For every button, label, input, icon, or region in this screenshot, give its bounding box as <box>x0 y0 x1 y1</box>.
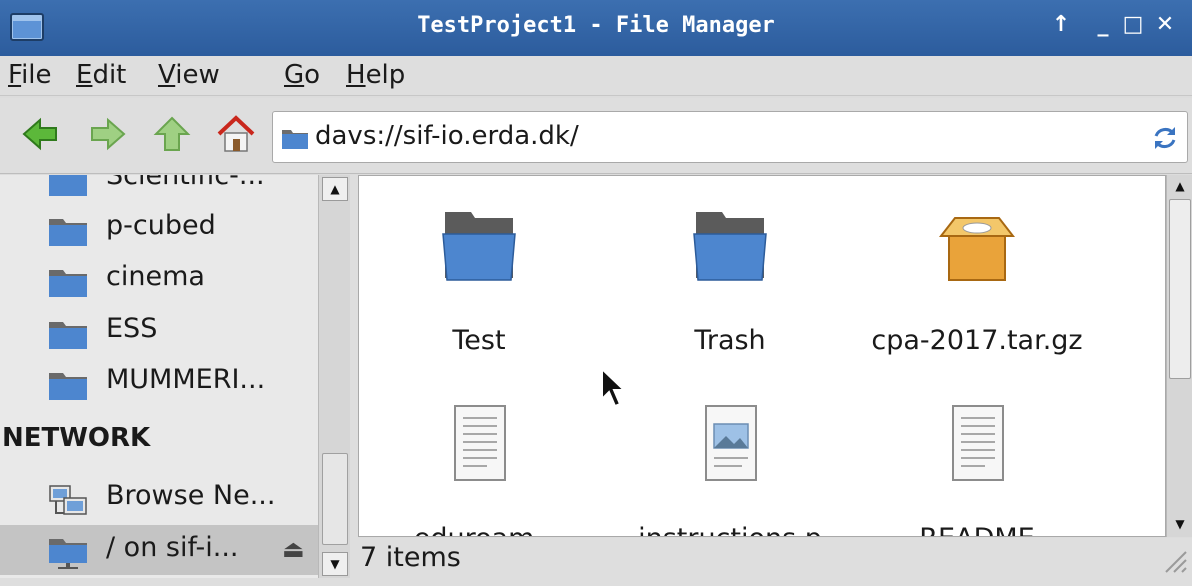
close-button[interactable]: ✕ <box>1152 12 1178 37</box>
menu-edit[interactable]: Edit <box>76 60 126 90</box>
file-name: instructions.p <box>610 522 850 536</box>
file-view-scrollbar[interactable]: ▲ ▼ <box>1166 175 1192 537</box>
eject-icon[interactable]: ⏏ <box>282 535 305 563</box>
location-bar[interactable]: davs://sif-io.erda.dk/ <box>272 111 1188 163</box>
reload-icon[interactable] <box>1151 124 1179 152</box>
scroll-down-arrow-icon[interactable]: ▼ <box>1169 513 1191 535</box>
maximize-button[interactable]: □ <box>1120 12 1146 37</box>
menu-go[interactable]: Go <box>284 60 320 90</box>
window-title: TestProject1 - File Manager <box>417 13 775 38</box>
network-heading: NETWORK <box>2 423 151 453</box>
menu-file[interactable]: File <box>8 60 52 90</box>
menu-file-mnemonic: F <box>8 60 22 90</box>
forward-arrow-icon[interactable] <box>88 114 128 154</box>
file-name: Trash <box>694 325 766 356</box>
sidebar-scrollbar[interactable]: ▲ ▼ <box>318 175 350 578</box>
sidebar-item-label: p-cubed <box>106 210 216 241</box>
menu-help-label: elp <box>365 60 406 90</box>
menu-go-label: o <box>304 60 321 90</box>
sidebar-item-scientific[interactable]: Scientific-... <box>0 175 318 203</box>
sidebar-item-ess[interactable]: ESS <box>0 306 318 356</box>
folder-icon <box>49 219 87 246</box>
scroll-up-arrow-icon[interactable]: ▲ <box>322 177 348 201</box>
status-text: 7 items <box>360 542 461 573</box>
folder-icon <box>49 373 87 400</box>
file-name: Test <box>452 325 506 356</box>
menu-view-mnemonic: V <box>158 60 176 90</box>
toolbar: davs://sif-io.erda.dk/ <box>0 98 1192 174</box>
mouse-cursor-icon <box>601 367 627 408</box>
keep-above-button[interactable]: ↑ <box>1048 12 1074 37</box>
menu-help[interactable]: Help <box>346 60 405 90</box>
folder-icon <box>282 130 308 149</box>
sidebar-item-sif-remote[interactable]: / on sif-i... ⏏ <box>0 525 318 575</box>
window-bottom-edge <box>0 578 1192 586</box>
folder-icon <box>49 175 87 196</box>
menu-help-mnemonic: H <box>346 60 366 90</box>
remote-folder-icon <box>49 539 87 569</box>
menu-view-label: iew <box>175 60 220 90</box>
sidebar-item-p-cubed[interactable]: p-cubed <box>0 203 318 253</box>
menu-edit-mnemonic: E <box>76 60 93 90</box>
network-icon <box>49 485 87 515</box>
pane-splitter[interactable] <box>350 175 358 578</box>
sidebar-item-cinema[interactable]: cinema <box>0 254 318 304</box>
sidebar-item-label: ESS <box>106 313 158 344</box>
archive-icon <box>939 217 1015 281</box>
file-item-eduroam[interactable]: eduroam- <box>359 404 599 536</box>
sidebar-item-browse-network[interactable]: Browse Ne... <box>0 473 318 523</box>
minimize-button[interactable]: _ <box>1090 12 1116 37</box>
sidebar-item-label: MUMMERI... <box>106 364 266 395</box>
folder-icon <box>49 270 87 297</box>
resize-grip-icon[interactable] <box>1160 546 1188 574</box>
file-name: cpa-2017.tar.gz <box>871 325 1083 356</box>
home-icon[interactable] <box>216 114 256 154</box>
sidebar-scroll-thumb[interactable] <box>322 453 348 545</box>
menu-edit-label: dit <box>92 60 127 90</box>
file-item-test[interactable]: Test <box>359 206 599 376</box>
up-arrow-icon[interactable] <box>152 114 192 154</box>
menu-go-mnemonic: G <box>284 60 305 90</box>
menu-view[interactable]: View <box>158 60 220 90</box>
folder-icon <box>49 322 87 349</box>
image-document-icon <box>705 405 757 481</box>
text-document-icon <box>952 405 1004 481</box>
file-item-readme[interactable]: README <box>857 404 1097 536</box>
status-bar: 7 items <box>358 538 1192 578</box>
sidebar-item-mummeri[interactable]: MUMMERI... <box>0 357 318 407</box>
folder-icon <box>442 212 516 281</box>
scroll-down-arrow-icon[interactable]: ▼ <box>322 552 348 576</box>
menu-bar: File Edit View Go Help <box>0 56 1192 96</box>
file-name: eduroam- <box>359 522 599 536</box>
file-item-instructions[interactable]: instructions.p <box>610 404 850 536</box>
file-view[interactable]: Test Trash cpa-2017.tar.gz eduroam- inst… <box>358 175 1166 537</box>
menu-file-label: ile <box>21 60 52 90</box>
file-name: README <box>857 522 1097 536</box>
text-document-icon <box>454 405 506 481</box>
sidebar-item-label: cinema <box>106 261 205 292</box>
folder-icon <box>693 212 767 281</box>
sidebar-item-label: / on sif-i... <box>106 532 239 563</box>
file-view-scroll-thumb[interactable] <box>1169 199 1191 379</box>
sidebar-item-label: Browse Ne... <box>106 480 276 511</box>
back-arrow-icon[interactable] <box>20 114 60 154</box>
location-text[interactable]: davs://sif-io.erda.dk/ <box>315 121 579 151</box>
scroll-up-arrow-icon[interactable]: ▲ <box>1169 175 1191 197</box>
file-item-cpa-2017[interactable]: cpa-2017.tar.gz <box>857 206 1097 376</box>
sidebar-item-label: Scientific-... <box>106 175 265 191</box>
title-bar: TestProject1 - File Manager ↑ _ □ ✕ <box>0 0 1192 56</box>
side-pane: Scientific-... p-cubed cinema ESS MUMMER… <box>0 175 318 578</box>
file-item-trash[interactable]: Trash <box>610 206 850 376</box>
